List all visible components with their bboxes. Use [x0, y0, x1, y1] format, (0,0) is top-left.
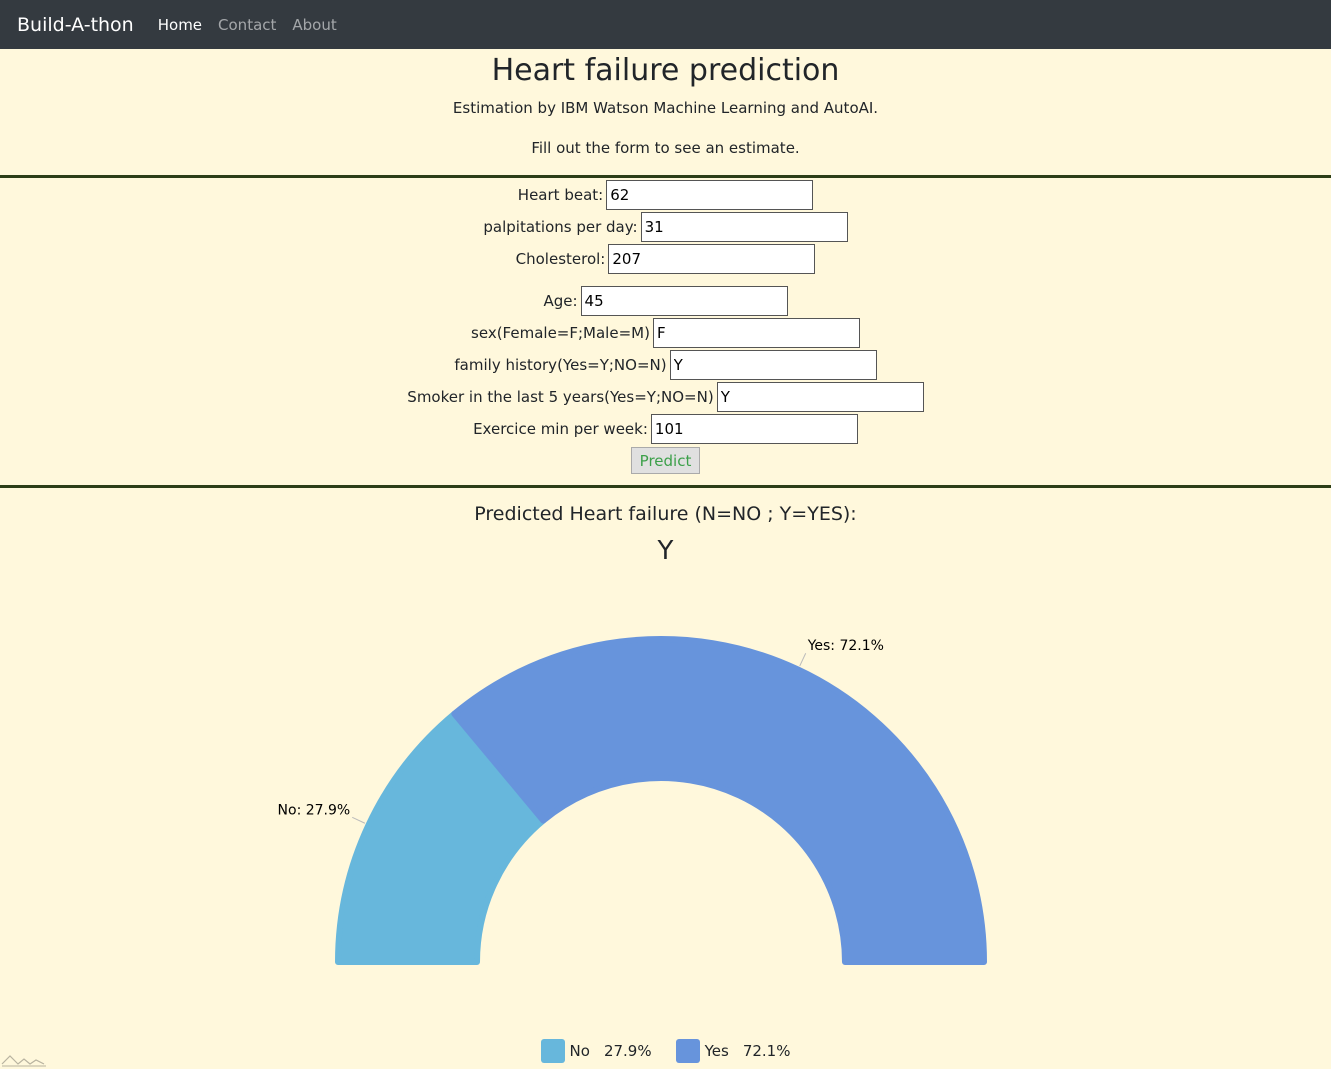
legend-swatch-yes	[675, 1039, 700, 1063]
slice-leader-no	[352, 816, 366, 824]
legend-value-yes: 72.1%	[742, 1042, 791, 1060]
slice-leader-yes	[799, 653, 807, 667]
chart-brand-icon	[1, 1055, 46, 1067]
slice-label-no: No: 27.9%	[278, 802, 351, 818]
chart-legend: No 27.9% Yes 72.1%	[0, 1039, 1331, 1063]
legend-item-yes[interactable]: Yes 72.1%	[675, 1039, 791, 1063]
slice-label-yes: Yes: 72.1%	[807, 638, 884, 654]
slice-yes[interactable]	[451, 636, 987, 965]
prediction-gauge-chart: No: 27.9% Yes: 72.1%	[278, 636, 987, 965]
legend-swatch-no	[540, 1039, 565, 1063]
legend-item-no[interactable]: No 27.9%	[540, 1039, 652, 1063]
legend-label-no: No	[569, 1042, 590, 1060]
legend-value-no: 27.9%	[603, 1042, 652, 1060]
legend-label-yes: Yes	[704, 1042, 729, 1060]
